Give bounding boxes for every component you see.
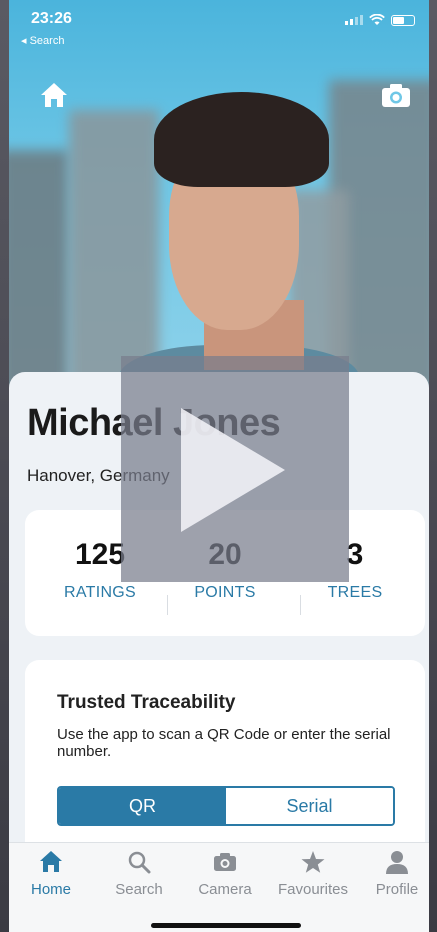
- home-icon: [40, 851, 62, 872]
- status-time: 23:26: [31, 10, 72, 27]
- tab-profile[interactable]: Profile: [355, 849, 429, 898]
- tab-label: Favourites: [277, 881, 349, 898]
- tab-favourites[interactable]: Favourites: [271, 849, 355, 898]
- serial-button[interactable]: Serial: [226, 788, 393, 824]
- search-icon: [128, 851, 151, 874]
- qr-button[interactable]: QR: [59, 788, 226, 824]
- stat-label: TREES: [327, 584, 383, 601]
- tab-camera[interactable]: Camera: [183, 849, 267, 898]
- traceability-title: Trusted Traceability: [57, 692, 236, 713]
- back-to-search-link[interactable]: ◂ Search: [21, 34, 64, 47]
- tab-label: Profile: [375, 881, 419, 898]
- home-indicator[interactable]: [151, 923, 301, 928]
- frame-left-edge: [0, 0, 9, 932]
- star-icon: [301, 851, 325, 873]
- tab-label: Home: [30, 881, 71, 898]
- play-icon[interactable]: [181, 408, 285, 532]
- tab-label: Search: [115, 881, 163, 898]
- phone-screen: 23:26 ◂ Search Michael Jones Hanover, Ge…: [9, 0, 429, 932]
- camera-icon: [214, 853, 236, 871]
- person-icon: [386, 851, 408, 874]
- status-bar: 23:26 ◂ Search: [9, 0, 429, 50]
- wifi-icon: [369, 14, 385, 25]
- stat-label: RATINGS: [63, 584, 137, 601]
- battery-icon: [391, 14, 415, 26]
- home-icon[interactable]: [39, 80, 69, 110]
- tab-home[interactable]: Home: [9, 849, 93, 898]
- tab-search[interactable]: Search: [97, 849, 181, 898]
- camera-icon[interactable]: [381, 82, 411, 108]
- profile-photo: [9, 0, 429, 400]
- scan-mode-toggle: QR Serial: [57, 786, 395, 826]
- stat-label: POINTS: [194, 584, 256, 601]
- video-play-overlay[interactable]: [121, 356, 349, 582]
- traceability-description: Use the app to scan a QR Code or enter t…: [57, 726, 391, 760]
- tab-bar: Home Search Camera Favourites Profile: [9, 842, 429, 932]
- tab-label: Camera: [198, 881, 252, 898]
- traceability-card: Trusted Traceability Use the app to scan…: [25, 660, 425, 860]
- signal-icon: [345, 15, 363, 25]
- frame-right-edge: [429, 0, 437, 932]
